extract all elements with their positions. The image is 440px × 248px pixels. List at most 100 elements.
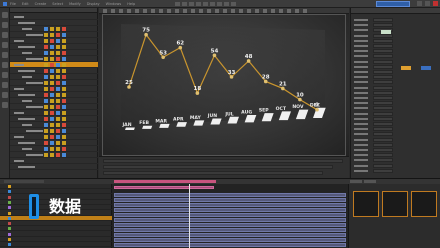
menu-item[interactable]: Create (35, 2, 47, 6)
viewport[interactable]: 25 75 53 62 18 54 33 48 28 21 10 0 JAN FEB MAR APR MAY J… (99, 8, 349, 156)
render-icon[interactable] (50, 51, 54, 55)
material-icon[interactable] (56, 99, 60, 103)
attribute-field[interactable] (373, 75, 393, 80)
track-bar[interactable] (114, 243, 346, 247)
attribute-field[interactable] (373, 59, 393, 64)
attribute-field[interactable] (373, 18, 393, 22)
tag-icon[interactable] (62, 87, 66, 91)
render-icon[interactable] (50, 153, 54, 157)
render-icon[interactable] (50, 147, 54, 151)
render-icon[interactable] (50, 141, 54, 145)
layer-item[interactable] (0, 232, 112, 237)
material-icon[interactable] (56, 69, 60, 73)
visibility-icon[interactable] (44, 51, 48, 55)
menu-item[interactable]: Edit (22, 2, 29, 6)
attribute-field[interactable] (373, 49, 393, 54)
color-swatch[interactable] (401, 66, 411, 70)
render-icon[interactable] (50, 57, 54, 61)
render-icon[interactable] (50, 33, 54, 37)
visibility-icon[interactable] (44, 63, 48, 67)
render-icon[interactable] (50, 123, 54, 127)
attribute-field[interactable] (373, 116, 393, 121)
light-icon[interactable] (1, 82, 8, 88)
render-icon[interactable] (50, 27, 54, 31)
tag-icon[interactable] (62, 117, 66, 121)
render-icon[interactable] (50, 81, 54, 85)
material-icon[interactable] (56, 105, 60, 109)
color-swatch[interactable] (421, 66, 431, 70)
material-icon[interactable] (56, 129, 60, 133)
visibility-icon[interactable] (44, 39, 48, 43)
tag-icon[interactable] (62, 99, 66, 103)
material-icon[interactable] (56, 111, 60, 115)
material-icon[interactable] (56, 51, 60, 55)
render-icon[interactable] (50, 93, 54, 97)
render-icon[interactable] (50, 87, 54, 91)
visibility-icon[interactable] (44, 123, 48, 127)
track-bar[interactable] (114, 213, 346, 217)
rotate-tool-icon[interactable] (224, 1, 230, 6)
tag-icon[interactable] (62, 111, 66, 115)
track-bar[interactable] (114, 203, 346, 207)
visibility-icon[interactable] (44, 81, 48, 85)
move-tool-icon[interactable] (217, 1, 223, 6)
attribute-field[interactable] (373, 80, 393, 85)
color-swatch[interactable] (381, 30, 391, 34)
playhead[interactable] (189, 184, 190, 248)
visibility-icon[interactable] (44, 111, 48, 115)
visibility-icon[interactable] (44, 147, 48, 151)
render-icon[interactable] (50, 129, 54, 133)
grid-icon[interactable] (1, 102, 8, 108)
scale-tool-icon[interactable] (231, 1, 237, 6)
layer-item[interactable] (0, 226, 112, 232)
attribute-field[interactable] (373, 148, 393, 152)
material-icon[interactable] (56, 27, 60, 31)
attribute-field[interactable] (373, 111, 393, 116)
preview-toolbar-button[interactable] (350, 180, 362, 183)
track-bar[interactable] (114, 223, 346, 227)
menu-item[interactable]: Modify (69, 2, 81, 6)
outliner-item[interactable] (10, 164, 98, 170)
lasso-icon[interactable] (1, 22, 8, 28)
visibility-icon[interactable] (44, 153, 48, 157)
render-icon[interactable] (50, 69, 54, 73)
visibility-icon[interactable] (44, 117, 48, 121)
material-icon[interactable] (56, 45, 60, 49)
attribute-field[interactable] (373, 85, 393, 90)
attribute-field[interactable] (373, 54, 393, 59)
open-scene-icon[interactable] (182, 1, 188, 6)
tag-icon[interactable] (62, 147, 66, 151)
material-icon[interactable] (56, 123, 60, 127)
select-tool-icon[interactable] (210, 1, 216, 6)
menu-item[interactable]: Select (52, 2, 63, 6)
tag-icon[interactable] (62, 33, 66, 37)
rotate-icon[interactable] (1, 52, 8, 58)
tag-icon[interactable] (62, 153, 66, 157)
save-scene-icon[interactable] (189, 1, 195, 6)
track-bar[interactable] (114, 238, 346, 242)
attribute-field[interactable] (373, 106, 393, 111)
attribute-field[interactable] (373, 122, 393, 126)
layer-item[interactable] (0, 221, 112, 227)
track-editor[interactable] (112, 184, 348, 248)
render-icon[interactable] (50, 45, 54, 49)
tag-icon[interactable] (62, 129, 66, 133)
attribute-field[interactable] (373, 38, 393, 43)
range-bar[interactable] (114, 180, 216, 183)
tag-icon[interactable] (62, 69, 66, 73)
material-icon[interactable] (56, 93, 60, 97)
layer-item[interactable] (0, 237, 112, 242)
render-icon[interactable] (50, 105, 54, 109)
workspace-selector[interactable] (376, 1, 410, 7)
preview-thumbnail[interactable] (353, 191, 379, 217)
track-bar[interactable] (114, 198, 346, 202)
render-icon[interactable] (50, 75, 54, 79)
visibility-icon[interactable] (44, 105, 48, 109)
attribute-field[interactable] (373, 70, 393, 74)
tag-icon[interactable] (62, 39, 66, 43)
tag-icon[interactable] (62, 93, 66, 97)
render-icon[interactable] (50, 117, 54, 121)
attribute-field[interactable] (373, 64, 393, 69)
tag-icon[interactable] (62, 123, 66, 127)
render-icon[interactable] (50, 39, 54, 43)
